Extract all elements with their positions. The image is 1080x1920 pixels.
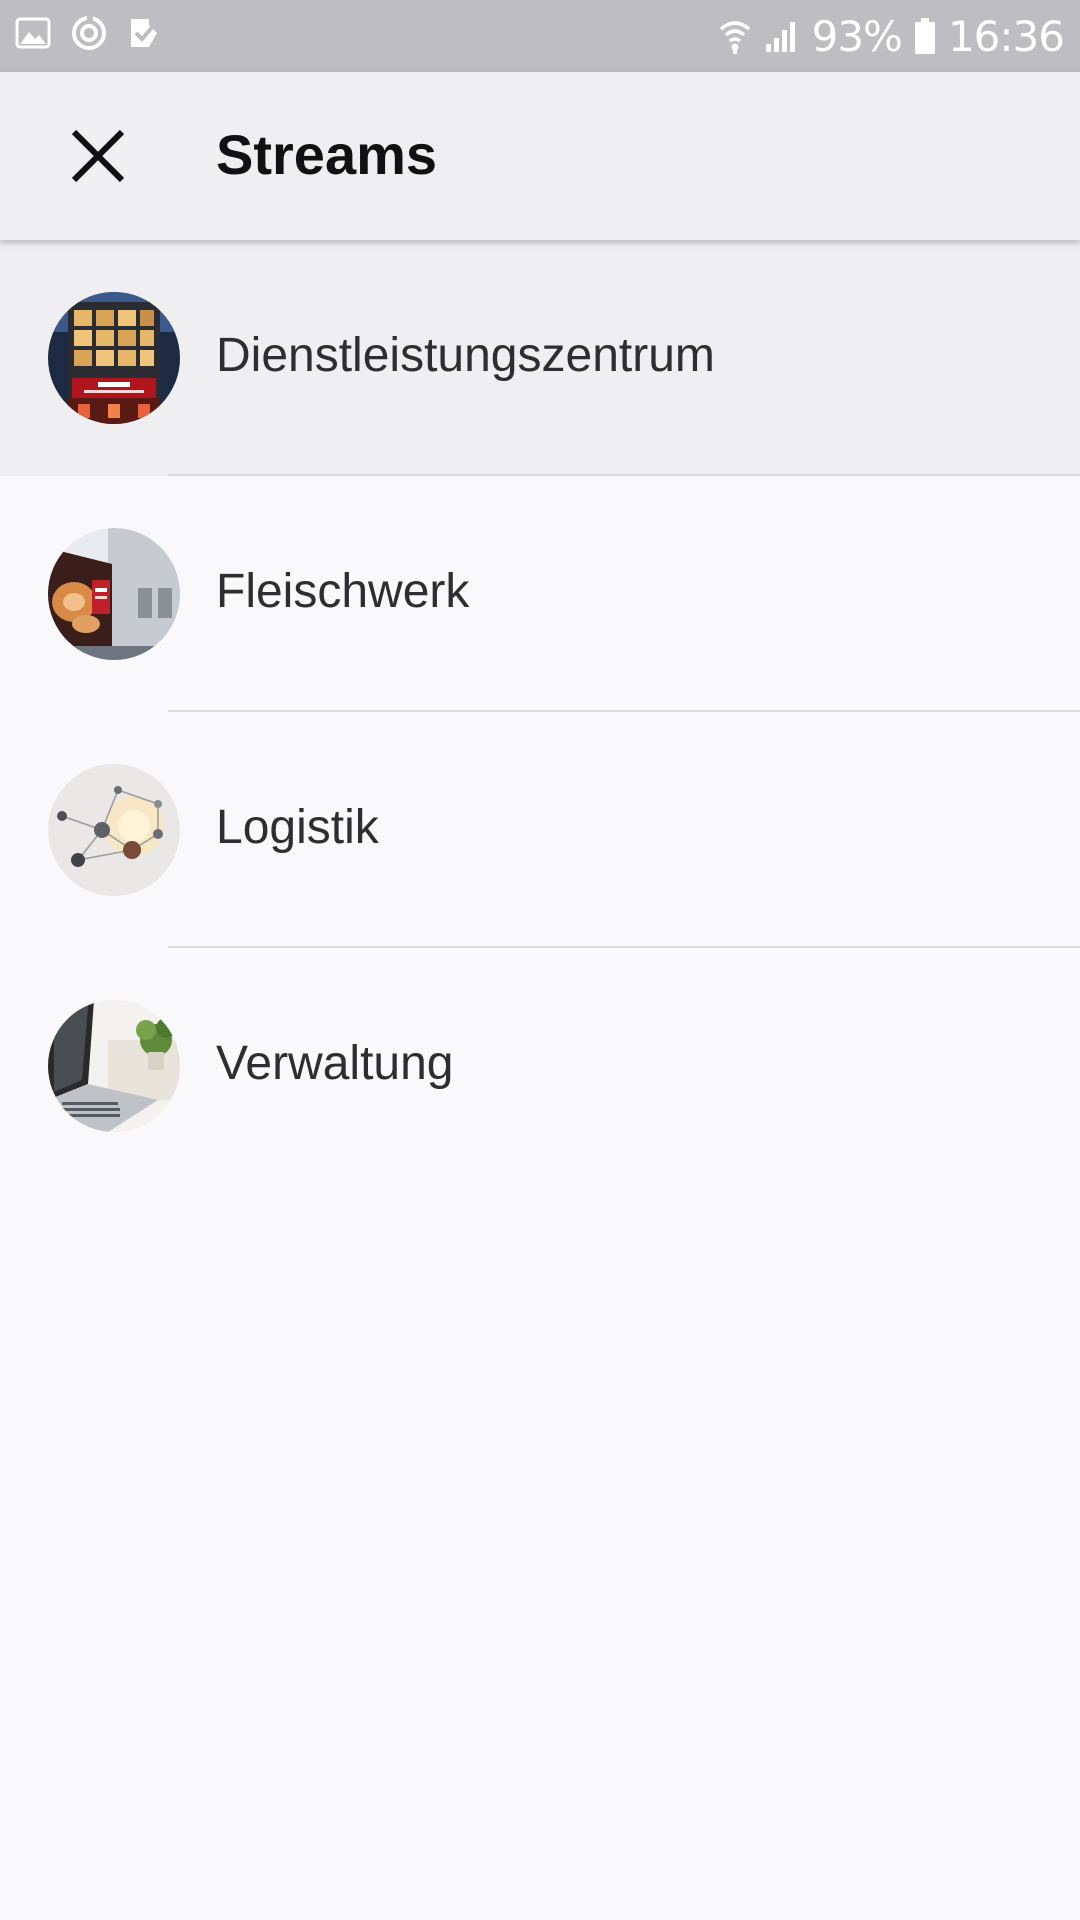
status-notification-icons <box>14 14 164 52</box>
stream-item-fleischwerk[interactable]: Fleischwerk <box>0 476 1080 712</box>
close-icon <box>68 126 128 191</box>
stream-label: Dienstleistungszentrum <box>216 329 715 382</box>
battery-icon <box>914 17 936 55</box>
gallery-icon <box>14 14 52 52</box>
stream-item-dienstleistungszentrum[interactable]: Dienstleistungszentrum <box>0 240 1080 476</box>
battery-percent: 93% <box>811 11 903 61</box>
signal-icon <box>764 18 800 54</box>
avatar-building-photo <box>48 292 180 424</box>
status-system-icons: 93% 16:36 <box>718 10 1065 62</box>
wifi-icon <box>718 17 752 55</box>
page-title: Streams <box>216 123 438 186</box>
check-app-icon <box>126 14 164 52</box>
stream-label: Verwaltung <box>216 1037 454 1090</box>
status-time: 16:36 <box>947 11 1065 61</box>
avatar-laptop-desk-photo <box>48 1000 180 1132</box>
avatar-meat-factory-photo <box>48 528 180 660</box>
stream-list: Dienstleistungszentrum Fleischwerk Logis… <box>0 240 1080 1184</box>
close-button[interactable] <box>48 108 148 208</box>
sync-icon <box>70 14 108 52</box>
status-bar: 93% 16:36 <box>0 0 1080 72</box>
stream-item-verwaltung[interactable]: Verwaltung <box>0 948 1080 1184</box>
stream-label: Logistik <box>216 801 379 854</box>
stream-label: Fleischwerk <box>216 565 470 618</box>
avatar-network-photo <box>48 764 180 896</box>
stream-item-logistik[interactable]: Logistik <box>0 712 1080 948</box>
app-bar: Streams <box>0 72 1080 240</box>
